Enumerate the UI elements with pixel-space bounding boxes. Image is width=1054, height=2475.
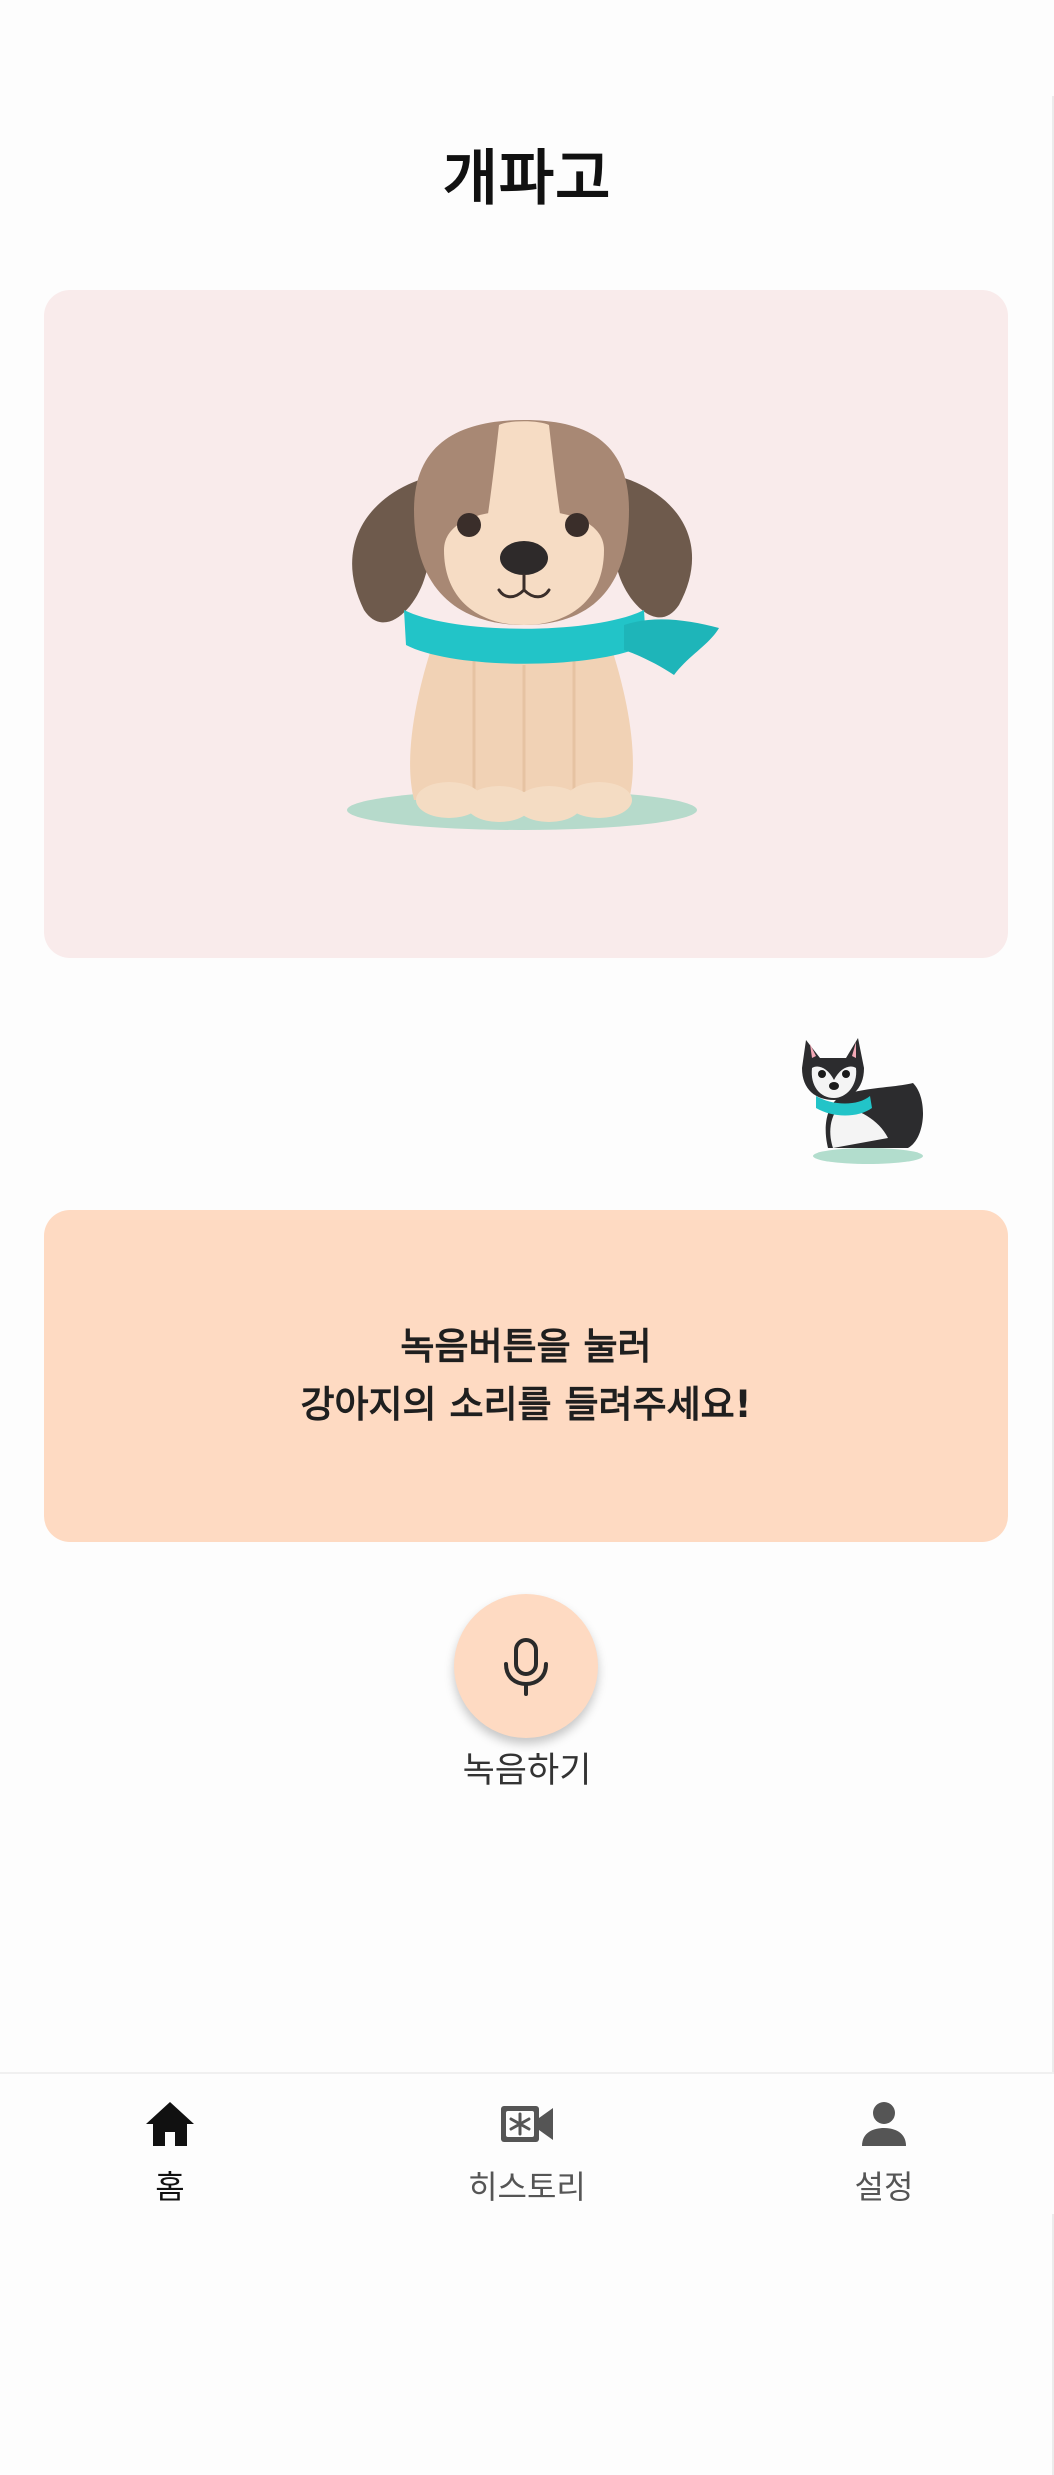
record-button[interactable] [454, 1594, 598, 1738]
instruction-line-1: 녹음버튼을 눌러 [400, 1325, 652, 1368]
home-icon [146, 2102, 194, 2146]
video-history-icon [501, 2106, 553, 2142]
nav-label-settings: 설정 [854, 2168, 914, 2206]
nav-item-history[interactable]: 히스토리 [407, 2074, 647, 2214]
record-label: 녹음하기 [462, 1751, 592, 1791]
instruction-card: 녹음버튼을 눌러 강아지의 소리를 들려주세요! [44, 1210, 1008, 1542]
sitting-puppy-illustration [347, 420, 719, 830]
husky-mascot-illustration [802, 1038, 924, 1164]
microphone-icon [504, 1638, 548, 1696]
hero-card [44, 290, 1008, 958]
nav-item-settings[interactable]: 설정 [764, 2074, 1004, 2214]
nav-label-history: 히스토리 [468, 2168, 586, 2206]
nav-item-home[interactable]: 홈 [50, 2074, 290, 2214]
instruction-line-2: 강아지의 소리를 들려주세요! [300, 1383, 752, 1426]
bottom-navigation-bar: 홈 히스토리 설정 [0, 2072, 1054, 2214]
person-icon [862, 2102, 906, 2146]
nav-label-home: 홈 [155, 2168, 185, 2206]
app-title: 개파고 [442, 144, 612, 214]
